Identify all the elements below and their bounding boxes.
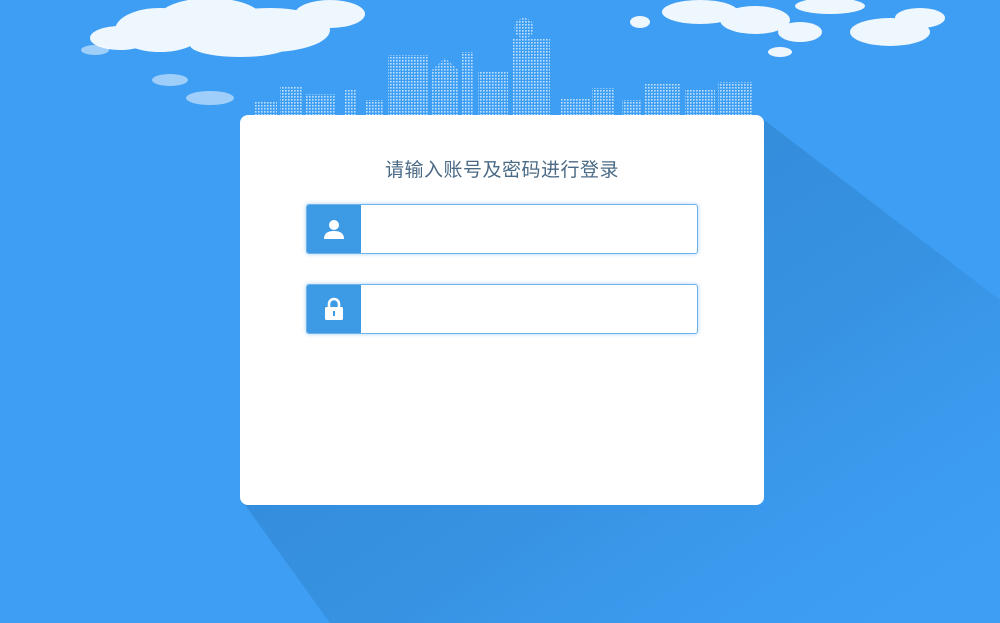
username-field[interactable] (306, 204, 698, 254)
login-title: 请输入账号及密码进行登录 (384, 159, 619, 181)
username-input[interactable] (361, 205, 697, 253)
city-skyline-decoration (255, 18, 753, 116)
login-page: 请输入账号及密码进行登录 (0, 0, 1000, 623)
password-field[interactable] (306, 284, 698, 334)
user-icon (307, 205, 361, 253)
password-input[interactable] (361, 285, 697, 333)
lock-icon (307, 285, 361, 333)
login-card: 请输入账号及密码进行登录 (240, 115, 764, 505)
